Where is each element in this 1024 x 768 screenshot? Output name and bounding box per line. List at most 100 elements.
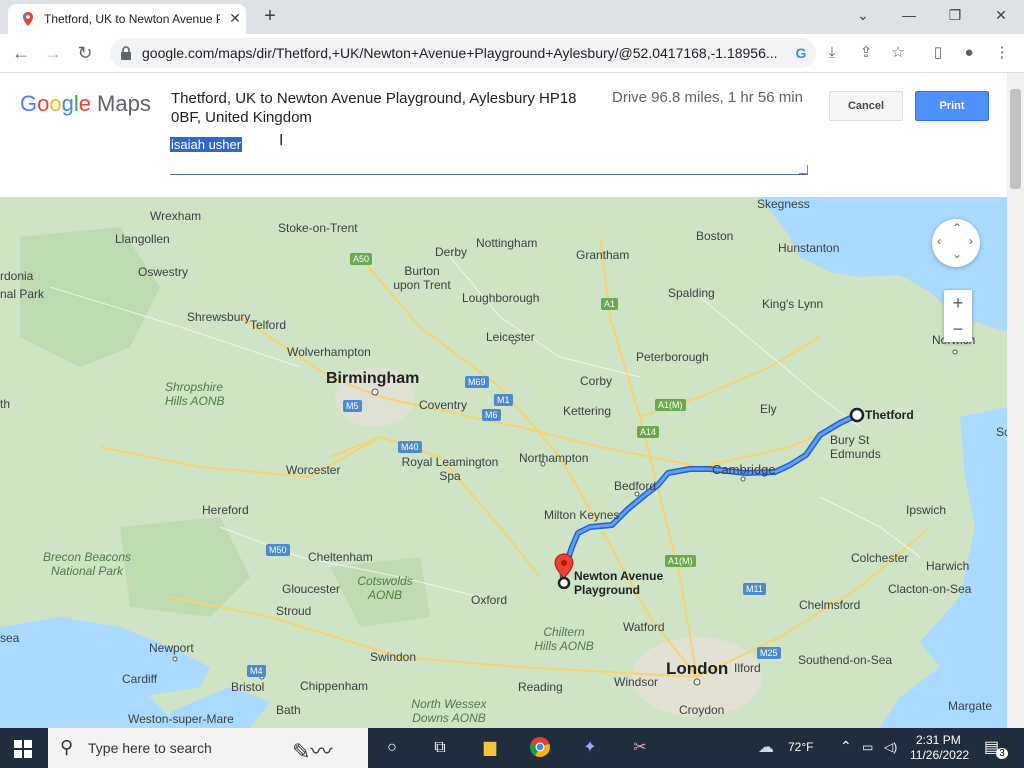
cancel-button[interactable]: Cancel bbox=[829, 91, 903, 121]
url-text[interactable]: google.com/maps/dir/Thetford,+UK/Newton+… bbox=[142, 45, 782, 61]
taskbar-search-box[interactable]: ⚲ Type here to search ✎〰 bbox=[48, 728, 368, 768]
app-icon-purple[interactable]: ✦ bbox=[578, 736, 602, 760]
map-label: Chelmsford bbox=[799, 598, 861, 612]
drive-summary: Drive 96.8 miles, 1 hr 56 min bbox=[612, 89, 803, 106]
tab-search-icon[interactable]: ⌄ bbox=[840, 0, 886, 30]
chevron-down-icon[interactable]: ⌄ bbox=[952, 247, 962, 261]
weather-temp[interactable]: 72°F bbox=[788, 740, 813, 754]
taskbar-search-placeholder[interactable]: Type here to search bbox=[88, 740, 212, 756]
road-shield: A14 bbox=[637, 426, 660, 438]
back-arrow-icon[interactable]: ← bbox=[8, 40, 34, 66]
map-label: Windsor bbox=[614, 675, 659, 689]
scrollbar-thumb[interactable] bbox=[1010, 89, 1021, 189]
map-label: Oswestry bbox=[138, 265, 189, 279]
map-label: Shrewsbury bbox=[187, 310, 251, 324]
road-shield: A1(M) bbox=[655, 399, 686, 411]
map-label: Peterborough bbox=[636, 350, 709, 364]
notes-textarea[interactable]: isaiah usher bbox=[170, 135, 808, 175]
file-explorer-icon[interactable]: ▆ bbox=[478, 736, 502, 760]
windows-start-icon[interactable] bbox=[14, 740, 32, 758]
resize-grip-icon[interactable] bbox=[799, 165, 808, 174]
windows-taskbar: ⚲ Type here to search ✎〰 ○ ⧉ ▆ ✦ ✂ ☁ 72°… bbox=[0, 728, 1024, 768]
map-label: Watford bbox=[623, 620, 665, 634]
road-shield: M6 bbox=[482, 409, 501, 421]
map-label: Spalding bbox=[668, 286, 715, 300]
map-label: Oxford bbox=[471, 593, 508, 607]
road-shield: M11 bbox=[743, 583, 766, 595]
notes-selected-text[interactable]: isaiah usher bbox=[170, 137, 243, 152]
zoom-in-button[interactable]: + bbox=[944, 290, 972, 316]
road-shield: M1 bbox=[494, 394, 513, 406]
map-label: Wrexham bbox=[150, 209, 202, 223]
google-lens-icon[interactable]: G bbox=[792, 44, 810, 62]
map-label: Margate bbox=[948, 699, 993, 713]
snipping-tool-icon[interactable]: ✂ bbox=[628, 736, 652, 760]
profile-avatar-icon[interactable]: ● bbox=[959, 43, 979, 63]
address-bar[interactable]: google.com/maps/dir/Thetford,+UK/Newton+… bbox=[110, 38, 816, 68]
map-edge-label: sea bbox=[0, 631, 20, 645]
origin-marker[interactable] bbox=[848, 406, 866, 424]
map-label: Gloucester bbox=[282, 582, 341, 596]
map-label: Harwich bbox=[926, 559, 970, 573]
zoom-out-button[interactable]: − bbox=[944, 316, 972, 342]
map-label: Hunstanton bbox=[778, 241, 840, 255]
map-label: Royal Leamington Spa bbox=[401, 455, 499, 483]
map-label: Telford bbox=[250, 318, 287, 332]
tab-close-icon[interactable]: ✕ bbox=[226, 9, 244, 27]
task-view-icon[interactable]: ⧉ bbox=[428, 736, 452, 760]
search-icon: ⚲ bbox=[60, 737, 74, 757]
install-icon[interactable]: ⤓ bbox=[822, 43, 842, 63]
rotate-compass-control[interactable]: ⌃ ‹ › ⌄ bbox=[932, 219, 980, 267]
destination-pin-icon[interactable] bbox=[553, 553, 575, 589]
tray-chevron-icon[interactable]: ⌃ bbox=[840, 738, 852, 755]
map-label: Nottingham bbox=[476, 236, 538, 250]
page-scrollbar[interactable] bbox=[1007, 73, 1024, 728]
share-icon[interactable]: ⇪ bbox=[856, 43, 876, 63]
new-tab-button[interactable]: + bbox=[258, 5, 282, 29]
road-shield: M5 bbox=[343, 400, 362, 412]
chevron-up-icon[interactable]: ⌃ bbox=[952, 221, 962, 235]
road-shield: A1(M) bbox=[665, 555, 696, 567]
print-header: Google Maps Thetford, UK to Newton Avenue… bbox=[0, 73, 1007, 197]
clock-date[interactable]: 11/26/2022 bbox=[910, 748, 969, 762]
map-park-label: Shropshire Hills AONB bbox=[165, 380, 225, 408]
reload-icon[interactable]: ↻ bbox=[72, 40, 98, 66]
menu-kebab-icon[interactable]: ⋮ bbox=[992, 43, 1012, 63]
chevron-right-icon[interactable]: › bbox=[969, 234, 973, 248]
close-window-button[interactable]: ✕ bbox=[978, 0, 1024, 30]
origin-label: Thetford bbox=[865, 408, 914, 422]
forward-arrow-icon[interactable]: → bbox=[40, 40, 66, 66]
map-label-major: London bbox=[666, 659, 729, 678]
print-button[interactable]: Print bbox=[915, 91, 989, 121]
network-icon[interactable]: ▭ bbox=[862, 740, 873, 754]
logo-google-text: Google bbox=[20, 91, 92, 116]
map-view[interactable]: Skegness Wrexham Stoke-on-Trent Nottingh… bbox=[0, 197, 1007, 728]
road-shield: M4 bbox=[247, 665, 266, 677]
chrome-icon[interactable] bbox=[528, 736, 552, 760]
map-label: Ipswich bbox=[906, 503, 947, 517]
weather-cloud-icon[interactable]: ☁ bbox=[754, 736, 778, 760]
browser-toolbar: ← → ↻ google.com/maps/dir/Thetford,+UK/N… bbox=[0, 34, 1024, 73]
map-edge-label: nal Park bbox=[0, 287, 45, 301]
map-label: Bristol bbox=[231, 680, 265, 694]
side-panel-icon[interactable]: ▯ bbox=[928, 43, 948, 63]
chevron-left-icon[interactable]: ‹ bbox=[937, 234, 941, 248]
cortana-icon[interactable]: ○ bbox=[380, 736, 404, 760]
bookmark-star-icon[interactable]: ☆ bbox=[888, 43, 908, 63]
browser-tab[interactable]: Thetford, UK to Newton Avenue Pla ✕ bbox=[8, 4, 246, 34]
map-label: Cardiff bbox=[122, 672, 158, 686]
google-maps-logo: Google Maps bbox=[20, 91, 151, 117]
map-label: Chippenham bbox=[300, 679, 369, 693]
maximize-button[interactable]: ❐ bbox=[932, 0, 978, 30]
map-label: Cheltenham bbox=[308, 550, 373, 564]
google-maps-icon bbox=[23, 12, 33, 26]
map-label: Bury St Edmunds bbox=[830, 433, 881, 461]
minimize-button[interactable]: — bbox=[886, 0, 932, 30]
clock-time[interactable]: 2:31 PM bbox=[916, 733, 961, 747]
map-label: Boston bbox=[696, 229, 734, 243]
map-label: Milton Keynes bbox=[544, 508, 620, 522]
map-park-label: Cotswolds AONB bbox=[357, 574, 413, 602]
volume-icon[interactable]: ◁) bbox=[884, 740, 897, 754]
map-label: Colchester bbox=[851, 551, 909, 565]
map-label: Skegness bbox=[757, 197, 810, 211]
